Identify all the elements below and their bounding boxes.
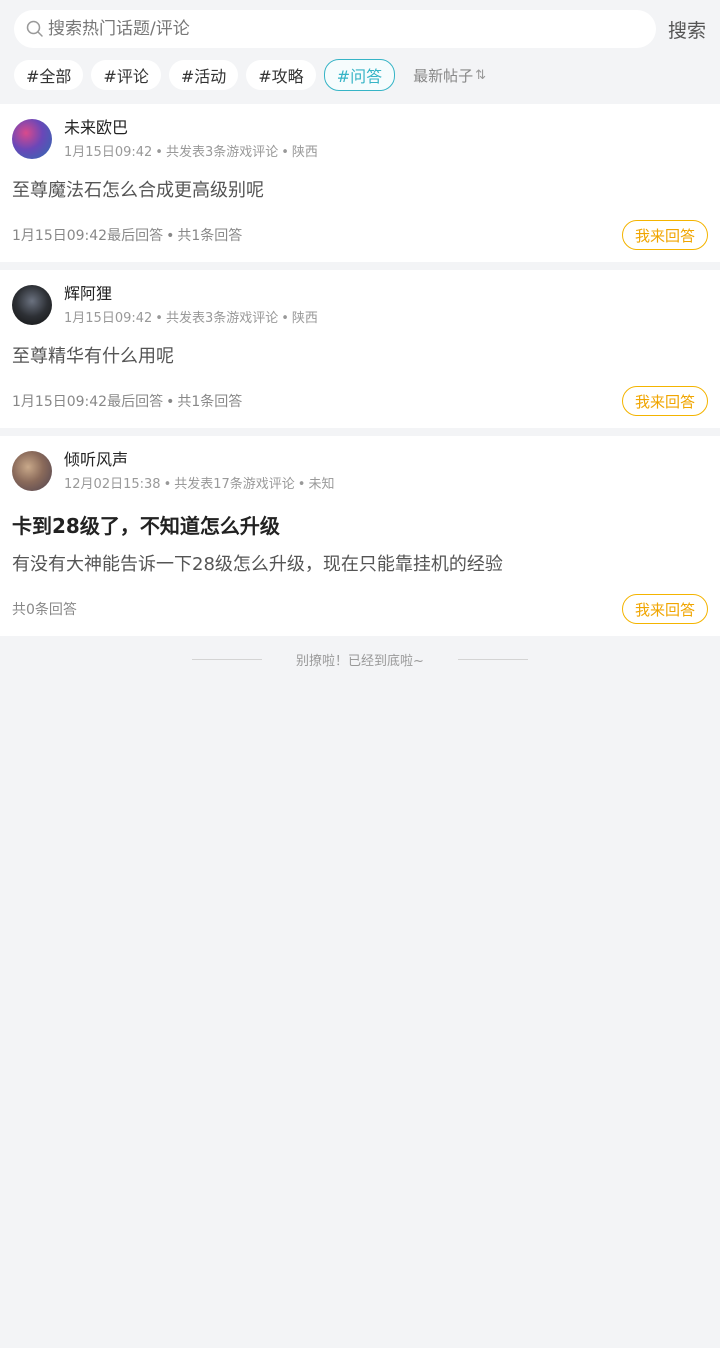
post-card[interactable]: 辉阿狸 1月15日09:42 • 共发表3条游戏评论 • 陕西 至尊精华有什么用呢 1月…: [0, 270, 720, 428]
search-box[interactable]: [14, 10, 656, 48]
search-button[interactable]: 搜索: [668, 16, 706, 43]
search-input[interactable]: [48, 19, 656, 39]
tag-comments[interactable]: #评论: [91, 60, 161, 90]
username[interactable]: 辉阿狸: [64, 284, 318, 304]
post-meta: 倾听风声 12月02日15:38 • 共发表17条游戏评论 • 未知: [64, 450, 334, 493]
dot-separator: •: [155, 145, 163, 160]
answer-button[interactable]: 我来回答: [621, 386, 708, 416]
search-row: 搜索: [14, 10, 706, 48]
meta-line: 12月02日15:38 • 共发表17条游戏评论 • 未知: [64, 477, 334, 493]
meta-line: 1月15日09:42 • 共发表3条游戏评论 • 陕西: [64, 311, 318, 327]
answer-count: 共1条回答: [177, 228, 243, 244]
post-stats: 共发表17条游戏评论: [174, 477, 295, 492]
dot-separator: •: [155, 311, 163, 326]
post-stats: 共发表3条游戏评论: [165, 145, 279, 160]
post-footer: 共0条回答 我来回答: [12, 594, 708, 624]
post-reply-info: 共0条回答: [12, 599, 77, 619]
post-location: 陕西: [291, 311, 318, 326]
dot-separator: •: [297, 477, 306, 492]
post-footer: 1月15日09:42最后回答 • 共1条回答 我来回答: [12, 220, 708, 250]
avatar[interactable]: [12, 285, 52, 325]
post-title[interactable]: 卡到28级了，不知道怎么升级: [12, 513, 708, 539]
post-content: 至尊精华有什么用呢: [12, 346, 174, 367]
post-card[interactable]: 未来欧巴 1月15日09:42 • 共发表3条游戏评论 • 陕西 至尊魔法石怎么合成更高…: [0, 104, 720, 262]
dot-separator: •: [281, 311, 289, 326]
dot-separator: •: [166, 228, 175, 244]
sort-label: 最新帖子: [413, 66, 474, 85]
avatar[interactable]: [12, 451, 52, 491]
post-content: 至尊魔法石怎么合成更高级别呢: [12, 180, 264, 201]
username[interactable]: 未来欧巴: [64, 118, 318, 138]
answer-button[interactable]: 我来回答: [621, 594, 708, 624]
divider-line: [192, 658, 263, 660]
post-content: 有没有大神能告诉一下28级怎么升级，现在只能靠挂机的经验: [12, 554, 503, 575]
post-meta: 辉阿狸 1月15日09:42 • 共发表3条游戏评论 • 陕西: [64, 284, 318, 327]
search-icon: [26, 20, 43, 37]
tag-qa[interactable]: #问答: [323, 59, 396, 91]
last-reply: 1月15日09:42最后回答: [12, 228, 164, 244]
answer-count: 共0条回答: [12, 602, 77, 618]
post-time: 1月15日09:42: [64, 311, 153, 326]
post-header: 倾听风声 12月02日15:38 • 共发表17条游戏评论 • 未知: [12, 450, 708, 493]
tag-all[interactable]: #全部: [14, 60, 84, 90]
dot-separator: •: [163, 477, 172, 492]
answer-button[interactable]: 我来回答: [621, 220, 708, 250]
end-of-list-text: 别撩啦！已经到底啦~: [296, 653, 424, 669]
tag-guides[interactable]: #攻略: [246, 60, 316, 90]
tag-filter-row: #全部 #评论 #活动 #攻略 #问答 最新帖子 ⇅: [14, 59, 706, 91]
post-reply-info: 1月15日09:42最后回答 • 共1条回答: [12, 391, 242, 411]
post-location: 陕西: [291, 145, 318, 160]
meta-line: 1月15日09:42 • 共发表3条游戏评论 • 陕西: [64, 145, 318, 161]
post-reply-info: 1月15日09:42最后回答 • 共1条回答: [12, 225, 242, 245]
post-time: 1月15日09:42: [64, 145, 153, 160]
post-header: 辉阿狸 1月15日09:42 • 共发表3条游戏评论 • 陕西: [12, 284, 708, 327]
post-card[interactable]: 倾听风声 12月02日15:38 • 共发表17条游戏评论 • 未知 卡到28级了，不知…: [0, 436, 720, 636]
dot-separator: •: [281, 145, 289, 160]
tag-events[interactable]: #活动: [168, 60, 239, 90]
divider-line: [457, 658, 528, 660]
last-reply: 1月15日09:42最后回答: [12, 394, 164, 410]
post-header: 未来欧巴 1月15日09:42 • 共发表3条游戏评论 • 陕西: [12, 118, 708, 161]
header: 搜索 #全部 #评论 #活动 #攻略 #问答 最新帖子 ⇅: [0, 0, 720, 104]
post-time: 12月02日15:38: [64, 477, 161, 492]
username[interactable]: 倾听风声: [64, 450, 334, 470]
end-of-list-indicator: 别撩啦！已经到底啦~: [0, 644, 720, 674]
avatar[interactable]: [12, 119, 52, 159]
post-footer: 1月15日09:42最后回答 • 共1条回答 我来回答: [12, 386, 708, 416]
post-location: 未知: [308, 477, 335, 492]
sort-toggle[interactable]: 最新帖子 ⇅: [413, 65, 486, 86]
dot-separator: •: [166, 394, 175, 410]
post-stats: 共发表3条游戏评论: [165, 311, 279, 326]
sort-icon: ⇅: [475, 67, 487, 83]
answer-count: 共1条回答: [177, 394, 243, 410]
post-meta: 未来欧巴 1月15日09:42 • 共发表3条游戏评论 • 陕西: [64, 118, 318, 161]
